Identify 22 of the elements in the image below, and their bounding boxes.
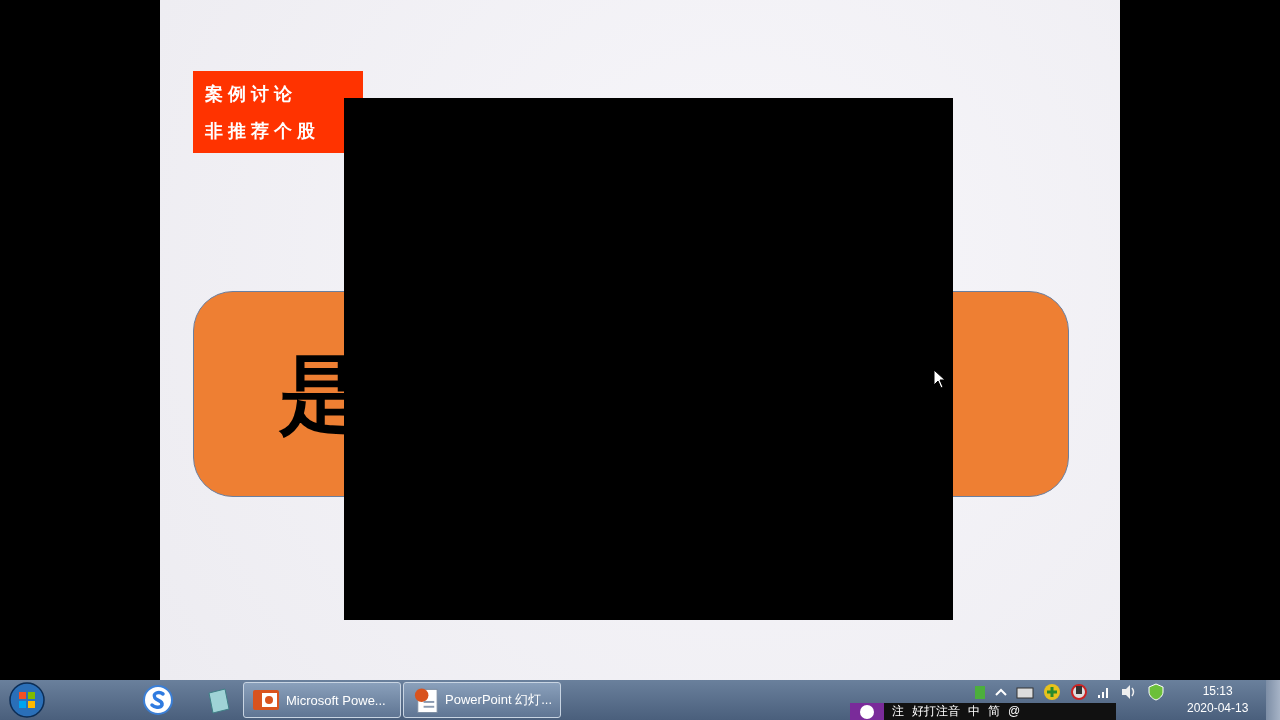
presentation-icon (252, 688, 280, 712)
tag-text: 案例讨论 (205, 81, 297, 106)
taskbar-button[interactable]: Microsoft Powe... (243, 682, 401, 718)
chevron-up-icon[interactable] (995, 687, 1007, 697)
document-icon (412, 686, 440, 714)
start-button[interactable] (8, 681, 46, 719)
sogou-icon[interactable] (143, 685, 173, 715)
cursor-icon (933, 369, 947, 389)
clock-time[interactable]: 15:13 (1202, 683, 1233, 700)
ime-item[interactable]: @ (1008, 703, 1021, 720)
taskbar-button[interactable]: PowerPoint 幻灯... (403, 682, 561, 718)
tag-text: 非推荐个股 (205, 118, 320, 143)
clock-date[interactable]: 2020-04-13 (1187, 700, 1249, 717)
ime-item[interactable]: 好打注音 (912, 703, 960, 720)
ime-logo-icon[interactable] (850, 703, 884, 720)
shield-icon[interactable] (1147, 683, 1165, 701)
ime-item[interactable]: 中 (968, 703, 980, 720)
ime-item[interactable]: 简 (988, 703, 1000, 720)
signal-icon[interactable] (1097, 685, 1111, 699)
ime-item[interactable]: 注 (892, 703, 904, 720)
plus-circle-icon[interactable] (1043, 683, 1061, 701)
network-device-icon[interactable] (1016, 684, 1034, 700)
